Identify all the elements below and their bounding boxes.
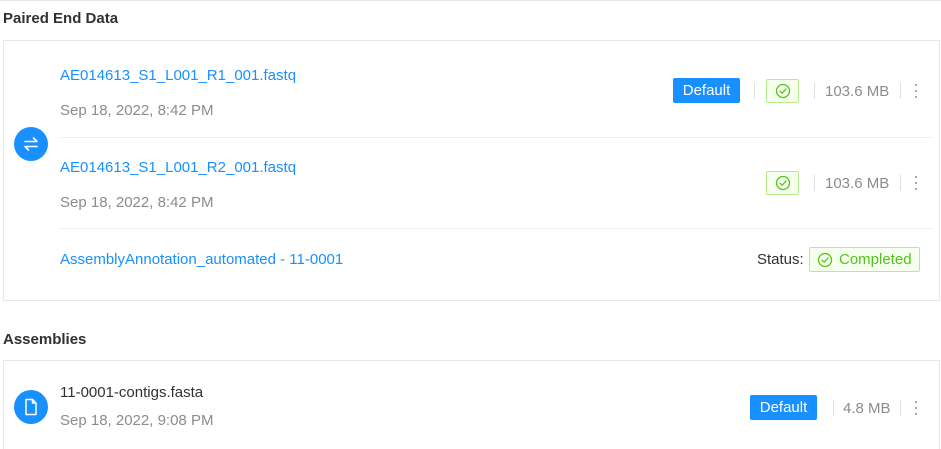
check-circle-icon xyxy=(766,171,799,195)
row-divider xyxy=(60,137,933,138)
file-icon xyxy=(14,390,48,424)
separator xyxy=(814,83,815,99)
check-circle-icon xyxy=(817,252,833,267)
file-size: 103.6 MB xyxy=(825,83,890,100)
paired-end-card: AE014613_S1_L001_R1_001.fastq Sep 18, 20… xyxy=(3,40,940,301)
separator xyxy=(900,400,901,416)
file-name[interactable]: 11-0001-contigs.fasta xyxy=(60,384,203,401)
page: Paired End Data AE014613_S1_L001_R1_001.… xyxy=(0,0,941,449)
more-options-icon[interactable] xyxy=(913,401,919,415)
file-size: 4.8 MB xyxy=(843,400,891,417)
separator xyxy=(754,83,755,99)
file-date: Sep 18, 2022, 8:42 PM xyxy=(60,102,214,119)
row-divider xyxy=(60,228,933,229)
default-button[interactable]: Default xyxy=(673,78,740,103)
default-button[interactable]: Default xyxy=(750,395,817,420)
status-label: Status: xyxy=(757,251,804,268)
swap-arrows-icon xyxy=(14,127,48,161)
separator xyxy=(814,175,815,191)
status-value: Completed xyxy=(839,251,912,268)
file-name-link[interactable]: AE014613_S1_L001_R1_001.fastq xyxy=(60,67,296,84)
status-badge: Completed xyxy=(809,247,920,272)
file-date: Sep 18, 2022, 8:42 PM xyxy=(60,194,214,211)
analysis-link[interactable]: AssemblyAnnotation_automated - 11-0001 xyxy=(60,251,343,268)
paired-end-section-title: Paired End Data xyxy=(3,10,119,27)
more-options-icon[interactable] xyxy=(913,176,919,190)
check-circle-icon xyxy=(766,79,799,103)
assemblies-section-title: Assemblies xyxy=(3,331,87,348)
file-name-link[interactable]: AE014613_S1_L001_R2_001.fastq xyxy=(60,159,296,176)
assemblies-card: 11-0001-contigs.fasta Sep 18, 2022, 9:08… xyxy=(3,360,940,449)
file-size: 103.6 MB xyxy=(825,175,890,192)
separator xyxy=(900,175,901,191)
file-date: Sep 18, 2022, 9:08 PM xyxy=(60,412,214,429)
separator xyxy=(900,83,901,99)
top-divider xyxy=(0,0,941,1)
separator xyxy=(833,400,834,416)
more-options-icon[interactable] xyxy=(913,84,919,98)
